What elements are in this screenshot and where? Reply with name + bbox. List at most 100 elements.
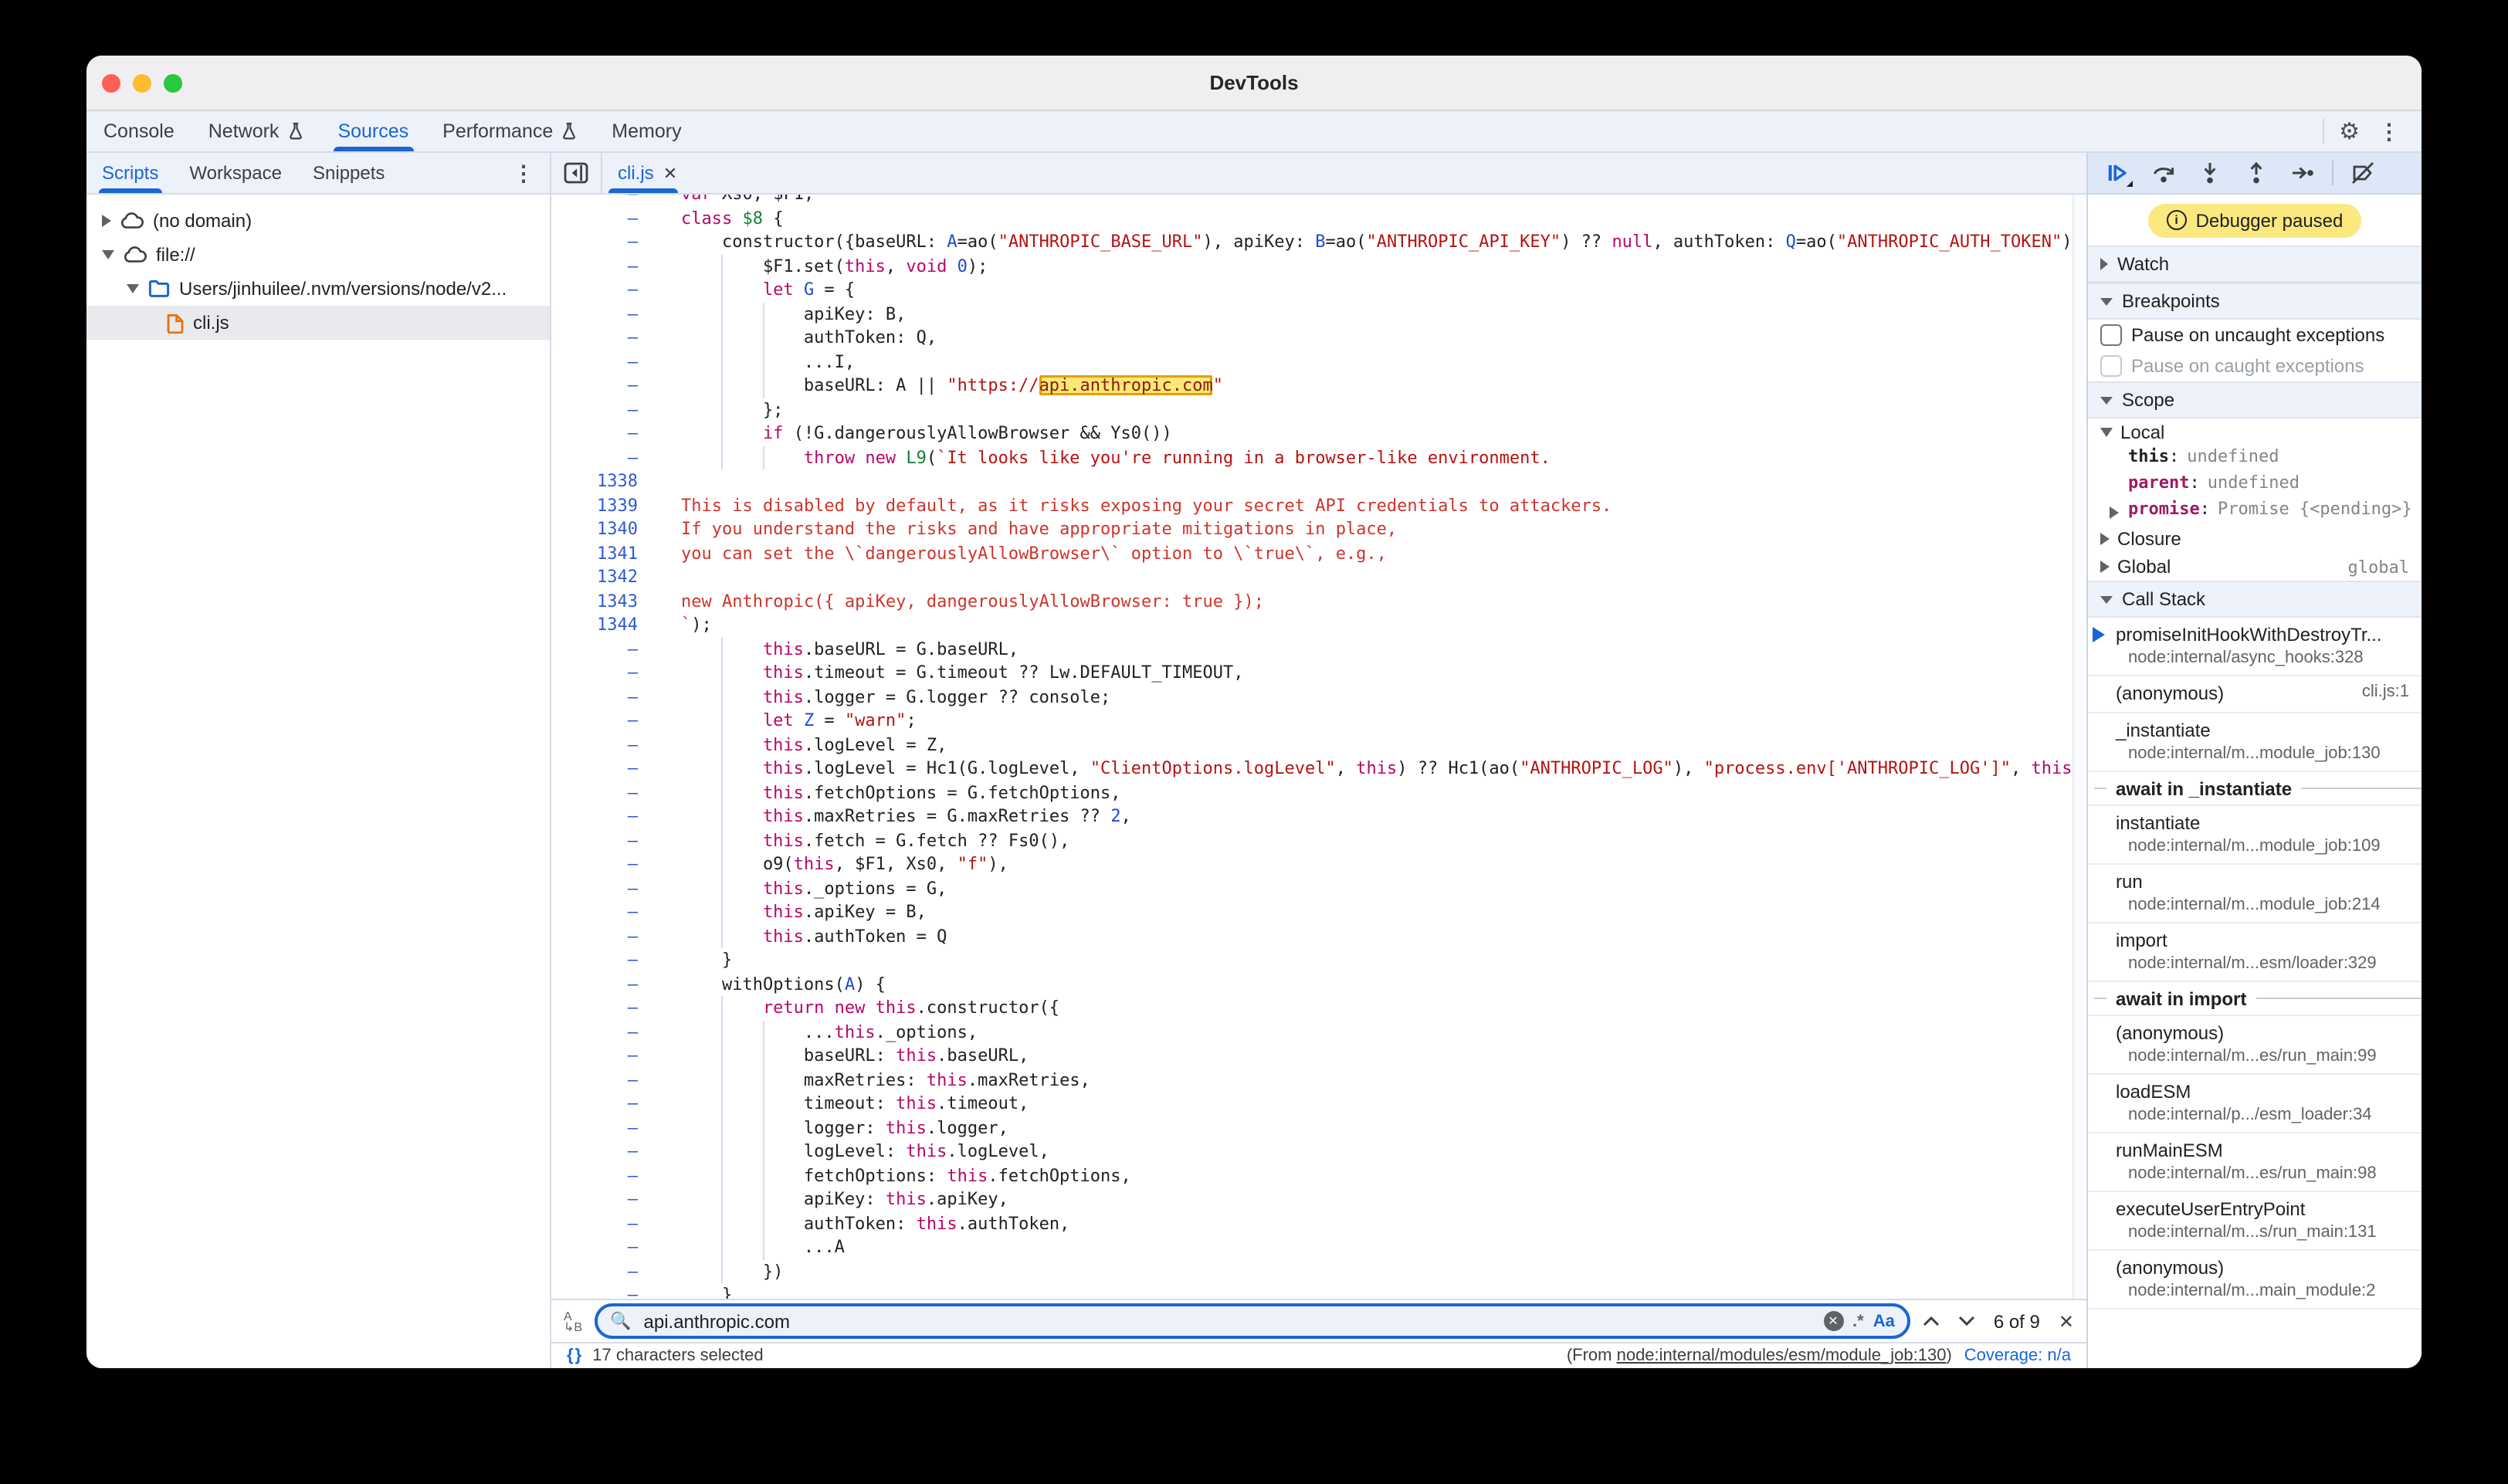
section-scope[interactable]: Scope [2088,381,2422,418]
line-number-gutter[interactable]: – [551,206,650,230]
checkbox[interactable] [2100,355,2122,377]
toggle-navigator-icon[interactable] [551,153,602,193]
call-stack-frame[interactable]: (anonymous)node:internal/m...es/run_main… [2088,1016,2422,1075]
coverage-link[interactable]: Coverage: n/a [1964,1347,2071,1365]
code-line-content[interactable]: o9(this, $F1, Xs0, "f"), [650,852,2074,876]
tree-item-folder[interactable]: Users/jinhuilee/.nvm/versions/node/v2... [86,272,550,306]
line-number-gutter[interactable]: – [551,876,650,900]
line-number-gutter[interactable]: – [551,1116,650,1140]
code-line-content[interactable]: If you understand the risks and have app… [650,517,2074,541]
scope-variable[interactable]: promise:Promise {<pending>} [2088,499,2422,525]
navigator-tab-snippets[interactable]: Snippets [297,153,400,193]
line-number-gutter[interactable]: – [551,1235,650,1259]
tab-sources[interactable]: Sources [320,111,425,151]
call-stack-frame[interactable]: loadESMnode:internal/p.../esm_loader:34 [2088,1075,2422,1133]
line-number-gutter[interactable]: – [551,733,650,757]
line-number-gutter[interactable]: – [551,1068,650,1092]
line-number-gutter[interactable]: 1344 [551,613,650,637]
navigator-tab-workspace[interactable]: Workspace [174,153,297,193]
previous-match-icon[interactable] [1923,1316,1940,1326]
line-number-gutter[interactable]: – [551,757,650,781]
scope-variable[interactable]: parent:undefined [2088,473,2422,499]
code-line-content[interactable]: new Anthropic({ apiKey, dangerouslyAllow… [650,589,2074,613]
editor-scrollbar[interactable] [2072,195,2086,1299]
code-line-content[interactable]: let Z = "warn"; [650,709,2074,733]
line-number-gutter[interactable]: – [551,1020,650,1044]
scope-local[interactable]: Local [2088,418,2422,446]
checkbox[interactable] [2100,324,2122,346]
line-number-gutter[interactable]: – [551,254,650,278]
code-line-content[interactable]: } [650,1283,2074,1299]
code-line-content[interactable]: } [650,948,2074,972]
line-number-gutter[interactable]: – [551,781,650,805]
source-map-link[interactable]: node:internal/modules/esm/module_job:130 [1617,1347,1947,1365]
source-editor[interactable]: –var Xs0, $F1;–class $8 {– constructor({… [551,195,2086,1299]
breakpoint-option[interactable]: Pause on caught exceptions [2088,351,2422,381]
line-number-gutter[interactable]: – [551,661,650,685]
line-number-gutter[interactable]: – [551,374,650,398]
code-line-content[interactable]: ...I, [650,350,2074,374]
code-line-content[interactable]: this._options = G, [650,876,2074,900]
line-number-gutter[interactable]: – [551,278,650,302]
call-stack-frame[interactable]: promiseInitHookWithDestroyTr...node:inte… [2088,618,2422,676]
pretty-print-icon[interactable]: { } [567,1347,580,1365]
step-over-button[interactable] [2144,156,2184,190]
code-line-content[interactable] [650,469,2074,493]
code-line-content[interactable]: constructor({baseURL: A=ao("ANTHROPIC_BA… [650,230,2074,254]
scope-variable[interactable]: this:undefined [2088,446,2422,473]
code-line-content[interactable]: `); [650,613,2074,637]
search-input-container[interactable]: 🔍 ✕ .* Aa [595,1303,1910,1339]
chevron-right-icon[interactable] [102,215,111,227]
code-line-content[interactable]: this.fetchOptions = G.fetchOptions, [650,781,2074,805]
settings-gear-icon[interactable]: ⚙ [2339,120,2360,143]
code-line-content[interactable]: class $8 { [650,206,2074,230]
tab-network[interactable]: Network [191,111,321,151]
navigator-kebab-menu-icon[interactable]: ⋮ [510,162,537,184]
code-line-content[interactable]: this.logLevel = Z, [650,733,2074,757]
line-number-gutter[interactable]: – [551,805,650,828]
line-number-gutter[interactable]: 1340 [551,517,650,541]
regex-toggle-icon[interactable]: .* [1852,1312,1864,1330]
tab-cli-js[interactable]: cli.js ✕ [602,153,693,193]
line-number-gutter[interactable]: – [551,446,650,469]
line-number-gutter[interactable]: 1342 [551,565,650,589]
tab-performance[interactable]: Performance [425,111,595,151]
close-find-bar-icon[interactable]: ✕ [2059,1310,2074,1332]
line-number-gutter[interactable]: – [551,195,650,206]
code-line-content[interactable]: this.logLevel = Hc1(G.logLevel, "ClientO… [650,757,2074,781]
tree-item-cli-js[interactable]: cli.js [86,306,550,340]
call-stack-frame[interactable]: (anonymous)cli.js:1 [2088,676,2422,713]
match-case-toggle-icon[interactable]: Aa [1873,1312,1895,1330]
code-line-content[interactable]: return new this.constructor({ [650,996,2074,1020]
clear-search-icon[interactable]: ✕ [1823,1311,1843,1331]
step-out-button[interactable] [2236,156,2276,190]
code-line-content[interactable]: timeout: this.timeout, [650,1092,2074,1116]
resume-dropdown-icon[interactable] [2127,181,2133,187]
line-number-gutter[interactable]: – [551,685,650,709]
code-line-content[interactable]: This is disabled by default, as it risks… [650,493,2074,517]
section-call-stack[interactable]: Call Stack [2088,581,2422,618]
code-line-content[interactable]: }; [650,398,2074,422]
line-number-gutter[interactable]: 1343 [551,589,650,613]
resume-button[interactable] [2097,156,2137,190]
code-line-content[interactable]: maxRetries: this.maxRetries, [650,1068,2074,1092]
code-line-content[interactable]: if (!G.dangerouslyAllowBrowser && Ys0()) [650,422,2074,446]
line-number-gutter[interactable]: – [551,1188,650,1211]
kebab-menu-icon[interactable]: ⋮ [2375,120,2403,142]
line-number-gutter[interactable]: – [551,350,650,374]
code-line-content[interactable]: ...this._options, [650,1020,2074,1044]
code-line-content[interactable]: logLevel: this.logLevel, [650,1140,2074,1164]
code-line-content[interactable]: fetchOptions: this.fetchOptions, [650,1164,2074,1188]
code-line-content[interactable]: throw new L9(`It looks like you're runni… [650,446,2074,469]
line-number-gutter[interactable]: – [551,852,650,876]
close-tab-icon[interactable]: ✕ [663,163,677,183]
toggle-replace-icon[interactable]: A↳B [564,1310,582,1332]
deactivate-breakpoints-button[interactable] [2343,156,2383,190]
breakpoint-option[interactable]: Pause on uncaught exceptions [2088,320,2422,351]
code-line-content[interactable] [650,565,2074,589]
code-line-content[interactable]: this.apiKey = B, [650,900,2074,924]
call-stack-frame[interactable]: runnode:internal/m...module_job:214 [2088,865,2422,923]
chevron-right-icon[interactable] [2110,506,2119,518]
line-number-gutter[interactable]: – [551,948,650,972]
step-into-button[interactable] [2190,156,2230,190]
